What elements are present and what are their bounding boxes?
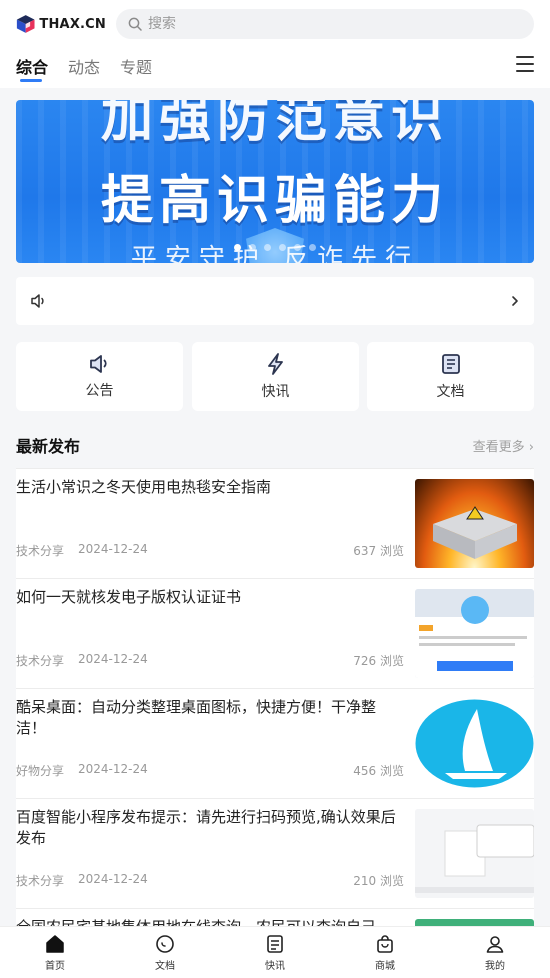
list-item[interactable]: 百度智能小程序发布提示：请先进行扫码预览,确认效果后发布 技术分享 2024-1… (16, 798, 534, 908)
chevron-right-icon (512, 296, 518, 306)
carousel-dot[interactable] (309, 244, 316, 251)
announcement-icon (89, 354, 107, 373)
banner-headline-2: 提高识骗能力 (100, 171, 449, 231)
article-date: 2024-12-24 (78, 652, 148, 666)
carousel-dots (16, 244, 534, 251)
tab-news[interactable]: 动态 (68, 48, 100, 78)
article-date: 2024-12-24 (78, 762, 148, 776)
shopping-bag-icon (377, 934, 393, 953)
search-input[interactable] (148, 16, 528, 32)
article-meta: 技术分享 2024-12-24 637 浏览 (16, 542, 404, 559)
logo-cube-icon (16, 15, 35, 33)
carousel-dot[interactable] (279, 244, 286, 251)
article-title: 百度智能小程序发布提示：请先进行扫码预览,确认效果后发布 (16, 808, 396, 847)
article-date: 2024-12-24 (78, 872, 148, 886)
nav-docs[interactable]: 文档 (110, 927, 220, 978)
carousel-dot[interactable] (264, 244, 271, 251)
article-title: 酷呆桌面：自动分类整理桌面图标，快捷方便！干净整洁！ (16, 698, 377, 737)
bottom-navigation: 首页 文档 快讯 商城 我的 (0, 926, 550, 978)
nav-news[interactable]: 快讯 (220, 927, 330, 978)
carousel-dot[interactable] (294, 244, 301, 251)
chat-icon (156, 934, 174, 953)
list-item[interactable]: 酷呆桌面：自动分类整理桌面图标，快捷方便！干净整洁！ 好物分享 2024-12-… (16, 688, 534, 798)
search-icon (128, 17, 142, 31)
lightning-icon (267, 352, 283, 375)
tab-general[interactable]: 综合 (16, 48, 48, 82)
article-views: 637 浏览 (353, 544, 404, 558)
carousel-dot[interactable] (234, 244, 241, 251)
nav-label: 快讯 (265, 960, 285, 972)
article-thumbnail (415, 809, 534, 898)
carousel-dot[interactable] (249, 244, 256, 251)
tile-label: 文档 (436, 383, 465, 400)
tile-announcement[interactable]: 公告 (16, 342, 183, 411)
news-icon (267, 934, 283, 953)
nav-profile[interactable]: 我的 (440, 927, 550, 978)
search-bar[interactable] (116, 9, 534, 39)
site-logo[interactable]: THAX.CN (16, 13, 106, 35)
notice-bar[interactable] (16, 277, 534, 325)
article-views: 210 浏览 (353, 874, 404, 888)
speaker-icon (31, 294, 44, 308)
tile-documents[interactable]: 文档 (367, 342, 534, 411)
article-thumbnail (415, 589, 534, 678)
list-item[interactable]: 生活小常识之冬天使用电热毯安全指南 技术分享 2024-12-24 637 浏览 (16, 468, 534, 578)
nav-label: 我的 (485, 960, 505, 972)
nav-label: 首页 (45, 960, 65, 972)
nav-shop[interactable]: 商城 (330, 927, 440, 978)
tile-label: 公告 (85, 382, 114, 399)
promo-banner[interactable]: 加强防范意识 提高识骗能力 平安守护 反诈先行 (16, 100, 534, 263)
document-icon (441, 353, 460, 374)
article-meta: 好物分享 2024-12-24 456 浏览 (16, 762, 404, 779)
view-more-link[interactable]: 查看更多 › (473, 436, 534, 455)
article-category: 好物分享 (16, 764, 65, 778)
latest-section-header: 最新发布 查看更多 › (16, 428, 534, 462)
article-meta: 技术分享 2024-12-24 210 浏览 (16, 872, 404, 889)
article-category: 技术分享 (16, 654, 65, 668)
article-category: 技术分享 (16, 874, 65, 888)
section-title: 最新发布 (16, 437, 81, 456)
article-thumbnail (415, 699, 534, 788)
logo-text: THAX.CN (39, 16, 106, 32)
article-title: 生活小常识之冬天使用电热毯安全指南 (16, 478, 272, 496)
user-icon (486, 935, 504, 953)
article-thumbnail (415, 479, 534, 568)
menu-icon[interactable] (516, 56, 534, 72)
nav-label: 文档 (155, 960, 175, 972)
banner-headline-1: 加强防范意识 (100, 100, 449, 149)
article-category: 技术分享 (16, 544, 65, 558)
top-header: THAX.CN (0, 0, 550, 48)
list-item[interactable]: 如何一天就核发电子版权认证证书 技术分享 2024-12-24 726 浏览 (16, 578, 534, 688)
tab-topics[interactable]: 专题 (120, 48, 152, 78)
article-meta: 技术分享 2024-12-24 726 浏览 (16, 652, 404, 669)
home-icon (46, 934, 64, 953)
nav-label: 商城 (375, 960, 395, 972)
tile-label: 快讯 (261, 383, 290, 400)
article-list: 生活小常识之冬天使用电热毯安全指南 技术分享 2024-12-24 637 浏览… (16, 468, 534, 978)
nav-home[interactable]: 首页 (0, 927, 110, 978)
article-views: 456 浏览 (353, 764, 404, 778)
article-title: 如何一天就核发电子版权认证证书 (16, 588, 242, 606)
category-tabs: 综合 动态 专题 (0, 48, 550, 88)
article-date: 2024-12-24 (78, 542, 148, 556)
tile-flash-news[interactable]: 快讯 (192, 342, 359, 411)
article-views: 726 浏览 (353, 654, 404, 668)
